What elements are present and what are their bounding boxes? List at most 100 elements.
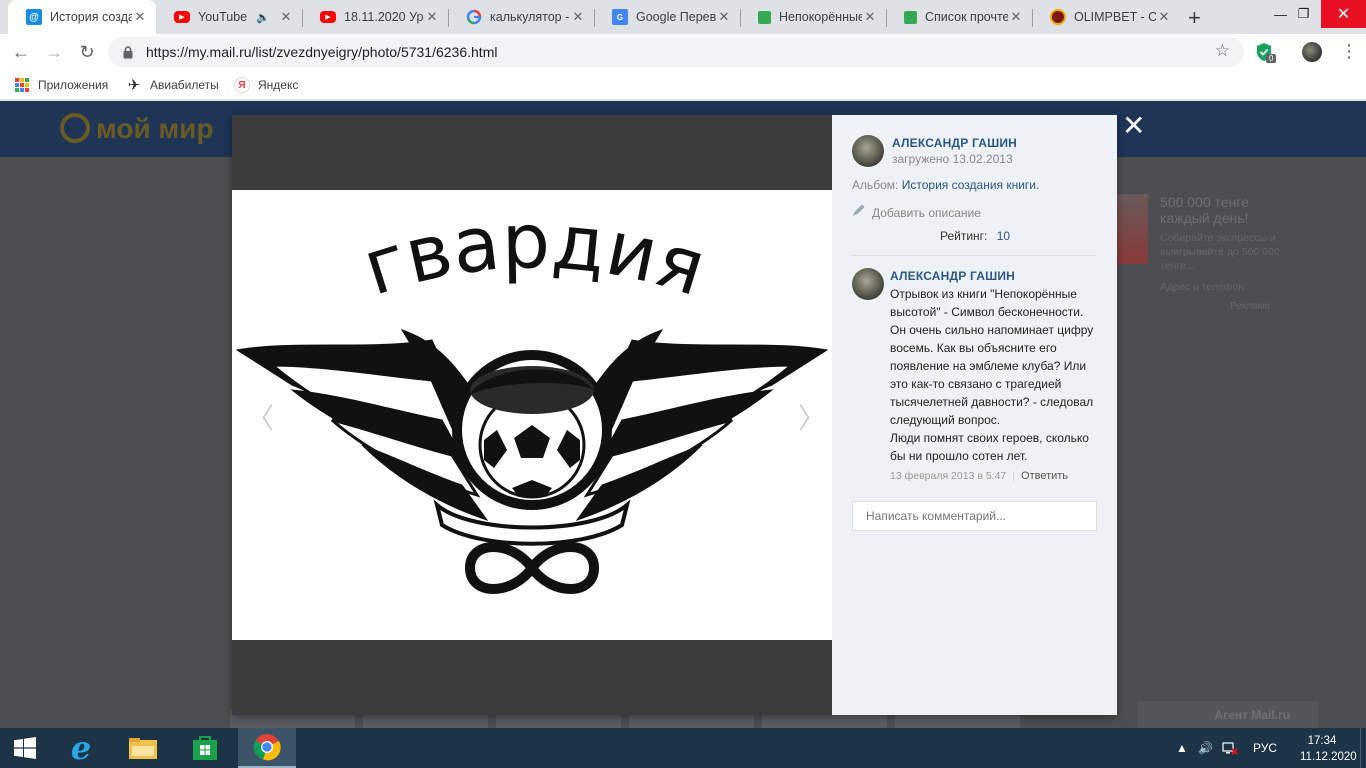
- emblem-title: гвардия: [353, 196, 716, 313]
- tab-youtube-lesson[interactable]: ▶ 18.11.2020 Уро ✕: [302, 0, 448, 34]
- show-desktop-button[interactable]: [1360, 728, 1366, 768]
- panel-divider: [852, 255, 1096, 256]
- comment-meta: 13 февраля 2013 в 5:47 | Ответить: [890, 470, 1068, 482]
- close-viewer-icon[interactable]: ✕: [1122, 112, 1145, 140]
- speaker-icon[interactable]: 🔈: [256, 11, 270, 24]
- ad-headline: 500 000 тенге каждый день!: [1160, 194, 1249, 226]
- close-tab-icon[interactable]: ✕: [1156, 9, 1172, 25]
- url-text: https://my.mail.ru/list/zvezdnyeigry/pho…: [146, 44, 498, 60]
- author-name-link[interactable]: АЛЕКСАНДР ГАШИН: [892, 136, 1017, 150]
- bookmark-star-icon[interactable]: ☆: [1215, 41, 1230, 61]
- volume-icon[interactable]: 🔊: [1198, 728, 1213, 768]
- ad-body: Собирайте экспрессы и выигрывайте до 500…: [1160, 232, 1280, 272]
- rating-row: Рейтинг: 10: [940, 229, 1010, 243]
- mail-ru-icon: @: [26, 9, 42, 25]
- file-explorer-icon[interactable]: [114, 728, 172, 768]
- bookmark-yandex[interactable]: Я Яндекс: [234, 77, 298, 93]
- album-row: Альбом: История создания книги.: [852, 178, 1039, 192]
- forward-icon[interactable]: →: [42, 40, 66, 64]
- tray-overflow-icon[interactable]: ▲: [1176, 728, 1188, 768]
- back-icon[interactable]: ←: [9, 40, 33, 64]
- rating-label: Рейтинг:: [940, 229, 988, 243]
- at-sign-icon: [60, 113, 90, 143]
- photo-info-panel: АЛЕКСАНДР ГАШИН загружено 13.02.2013 Аль…: [832, 115, 1117, 715]
- comment-paragraph: Отрывок из книги "Непокорённые высотой" …: [890, 287, 1094, 427]
- airplane-icon: ✈: [127, 77, 141, 94]
- lock-icon[interactable]: [120, 45, 136, 59]
- comment-text: Отрывок из книги "Непокорённые высотой" …: [890, 285, 1100, 465]
- author-avatar[interactable]: [852, 135, 884, 167]
- add-description-button[interactable]: Добавить описание: [852, 203, 981, 222]
- youtube-icon: ▶: [174, 11, 190, 23]
- close-tab-icon[interactable]: ✕: [716, 9, 732, 25]
- reload-icon[interactable]: ↻: [75, 40, 99, 64]
- pencil-icon: [852, 203, 868, 222]
- chrome-taskbar-icon[interactable]: [238, 728, 296, 768]
- agent-mail-ru-button[interactable]: Агент Mail.ru: [1138, 701, 1318, 728]
- rating-value[interactable]: 10: [997, 229, 1010, 243]
- comment-date: 13 февраля 2013 в 5:47: [890, 470, 1007, 482]
- comment-paragraph: Люди помнят своих героев, сколько бы ни …: [890, 431, 1089, 463]
- tab-calculator[interactable]: калькулятор - П ✕: [448, 0, 594, 34]
- tab-olimpbet[interactable]: OLIMPBET - Спо ✕: [1032, 0, 1180, 34]
- windows-store-icon[interactable]: [176, 728, 234, 768]
- bookmark-aviabilety[interactable]: ✈ Авиабилеты: [126, 77, 219, 94]
- browser-tab-strip: @ История созда ✕ ▶ YouTube 🔈 ✕ ▶ 18.11.…: [0, 0, 1366, 34]
- close-window-icon[interactable]: ✕: [1321, 0, 1366, 28]
- bookmark-apps[interactable]: Приложения: [14, 77, 108, 93]
- profile-avatar[interactable]: [1302, 42, 1322, 62]
- windows-taskbar: e ▲ 🔊 РУС 17:34 11.12.2020: [0, 728, 1366, 768]
- upload-date: загружено 13.02.2013: [892, 152, 1013, 166]
- comment-input[interactable]: [852, 501, 1097, 531]
- advertisement[interactable]: 500 000 тенге каждый день! Собирайте экс…: [1110, 189, 1290, 319]
- extension-badge: 0: [1266, 54, 1277, 63]
- tab-nepokorennye[interactable]: Непокорённые ✕: [740, 0, 886, 34]
- new-tab-icon[interactable]: +: [1188, 5, 1201, 31]
- previous-photo-arrow-icon[interactable]: 〈: [246, 397, 274, 437]
- menu-kebab-icon[interactable]: ⋮: [1340, 42, 1358, 60]
- taskbar-clock[interactable]: 17:34 11.12.2020: [1300, 733, 1357, 765]
- network-offline-icon[interactable]: [1222, 728, 1238, 768]
- clock-date: 11.12.2020: [1300, 751, 1357, 763]
- clock-time: 17:34: [1307, 735, 1337, 747]
- photo-viewer: гвардия 〈 〉 АЛЕКСАНДР ГАШИН загружено 13…: [232, 115, 1117, 715]
- meta-separator: |: [1012, 470, 1016, 482]
- green-doc-icon: [904, 10, 917, 24]
- commenter-name-link[interactable]: АЛЕКСАНДР ГАШИН: [890, 269, 1015, 283]
- google-icon: [466, 9, 482, 25]
- restore-icon[interactable]: ❐: [1281, 0, 1326, 28]
- address-bar[interactable]: https://my.mail.ru/list/zvezdnyeigry/pho…: [108, 37, 1244, 67]
- windows-start-icon[interactable]: [0, 728, 50, 768]
- close-tab-icon[interactable]: ✕: [1008, 9, 1024, 25]
- internet-explorer-icon[interactable]: e: [52, 728, 110, 768]
- close-tab-icon[interactable]: ✕: [132, 9, 148, 25]
- green-doc-icon: [758, 10, 771, 24]
- next-photo-arrow-icon[interactable]: 〉: [798, 397, 826, 437]
- tab-reading-list[interactable]: Список прочте ✕: [886, 0, 1032, 34]
- site-logo[interactable]: мой мир: [60, 113, 213, 145]
- photo-image[interactable]: гвардия: [232, 190, 832, 640]
- apps-grid-icon: [14, 77, 30, 93]
- guard-emblem-image: гвардия: [235, 196, 829, 594]
- reply-link[interactable]: Ответить: [1021, 470, 1068, 482]
- yandex-icon: Я: [234, 77, 250, 93]
- photo-area: гвардия 〈 〉: [232, 115, 832, 715]
- close-tab-icon[interactable]: ✕: [570, 9, 586, 25]
- google-translate-icon: G: [612, 9, 628, 25]
- close-tab-icon[interactable]: ✕: [278, 9, 294, 25]
- album-label: Альбом:: [852, 178, 899, 192]
- tab-mail-ru[interactable]: @ История созда ✕: [8, 0, 156, 34]
- olimpbet-icon: [1050, 9, 1066, 25]
- bookmarks-bar: Приложения ✈ Авиабилеты Я Яндекс: [0, 70, 1366, 100]
- ad-label: Реклама: [1230, 301, 1271, 312]
- tab-google-translate[interactable]: G Google Перевод ✕: [594, 0, 740, 34]
- browser-toolbar: ← → ↻ https://my.mail.ru/list/zvezdnyeig…: [0, 34, 1366, 70]
- close-tab-icon[interactable]: ✕: [424, 9, 440, 25]
- album-link[interactable]: История создания книги.: [902, 178, 1040, 192]
- ad-cta[interactable]: Адрес и телефон: [1160, 281, 1244, 293]
- commenter-avatar[interactable]: [852, 268, 884, 300]
- tab-youtube[interactable]: ▶ YouTube 🔈 ✕: [156, 0, 302, 34]
- youtube-icon: ▶: [320, 11, 336, 23]
- close-tab-icon[interactable]: ✕: [862, 9, 878, 25]
- language-indicator[interactable]: РУС: [1253, 728, 1277, 768]
